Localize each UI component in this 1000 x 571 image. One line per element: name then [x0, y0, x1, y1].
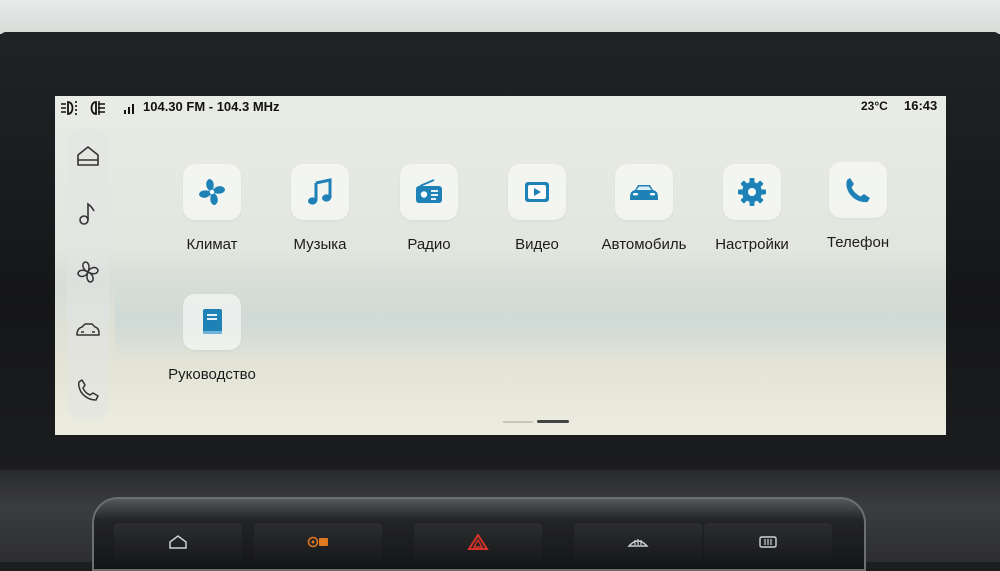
car-icon	[76, 323, 100, 336]
music-note-icon	[79, 202, 95, 225]
app-phone[interactable]: Телефон	[798, 162, 918, 251]
app-music[interactable]: Музыка	[260, 164, 380, 253]
app-manual[interactable]: Руководство	[152, 294, 272, 383]
page-indicator-active[interactable]	[537, 420, 569, 423]
app-label: Радио	[407, 236, 451, 253]
signal-bars-icon	[123, 99, 137, 117]
fan-icon	[199, 179, 225, 205]
app-radio[interactable]: Радио	[369, 164, 489, 253]
app-climate[interactable]: Климат	[152, 164, 272, 253]
app-vehicle[interactable]: Автомобиль	[584, 164, 704, 253]
background-wall	[0, 0, 1000, 34]
hw-auto-hold-button[interactable]	[254, 523, 382, 561]
app-tile[interactable]	[183, 294, 241, 350]
radio-station-text[interactable]: 104.30 FM - 104.3 MHz	[143, 99, 280, 114]
app-tile[interactable]	[508, 164, 566, 220]
front-fog-light-icon	[60, 99, 80, 117]
app-tile[interactable]	[829, 162, 887, 218]
rear-defrost-icon	[759, 536, 777, 548]
app-tile[interactable]	[723, 164, 781, 220]
home-icon	[169, 535, 187, 549]
app-settings[interactable]: Настройки	[692, 164, 812, 253]
auto-hold-on-off-icon	[307, 536, 328, 548]
app-tile[interactable]	[183, 164, 241, 220]
page-indicator-inactive	[503, 421, 533, 423]
dock-item-car[interactable]	[73, 315, 103, 345]
app-tile[interactable]	[615, 164, 673, 220]
phone-icon	[846, 178, 870, 203]
home-icon	[77, 146, 99, 166]
car-icon	[630, 185, 658, 200]
infotainment-screen: 104.30 FM - 104.3 MHz 23°C 16:43 Климат …	[55, 96, 946, 435]
app-tile[interactable]	[400, 164, 458, 220]
gear-icon	[738, 178, 766, 206]
dock-item-climate[interactable]	[73, 257, 103, 287]
clock: 16:43	[904, 98, 938, 113]
fan-icon	[77, 261, 99, 283]
front-defrost-icon	[627, 539, 649, 547]
app-tile[interactable]	[291, 164, 349, 220]
app-label: Видео	[515, 236, 559, 253]
app-label: Настройки	[715, 236, 789, 253]
manual-book-icon	[203, 309, 222, 334]
dock-item-home[interactable]	[73, 141, 103, 171]
dock-item-phone[interactable]	[73, 375, 103, 405]
hazard-triangle-icon	[467, 534, 489, 550]
app-label: Руководство	[168, 366, 256, 383]
side-dock	[67, 129, 109, 419]
music-note-icon	[308, 178, 332, 205]
hw-hazard-button[interactable]	[414, 523, 542, 561]
hardware-button-panel	[92, 497, 866, 571]
hw-rear-defrost-button[interactable]	[704, 523, 832, 561]
app-label: Музыка	[293, 236, 347, 253]
app-label: Климат	[186, 236, 238, 253]
phone-icon	[78, 379, 99, 401]
app-label: Телефон	[826, 234, 890, 251]
rear-fog-light-icon	[87, 99, 107, 117]
outside-temperature: 23°C	[861, 99, 888, 113]
status-bar: 104.30 FM - 104.3 MHz 23°C 16:43	[55, 96, 946, 118]
app-video[interactable]: Видео	[477, 164, 597, 253]
dock-item-music[interactable]	[73, 199, 103, 229]
video-play-icon	[525, 182, 549, 202]
hw-front-defrost-button[interactable]	[574, 523, 702, 561]
app-label: Автомобиль	[601, 236, 687, 253]
hw-home-button[interactable]	[114, 523, 242, 561]
radio-icon	[416, 179, 442, 203]
